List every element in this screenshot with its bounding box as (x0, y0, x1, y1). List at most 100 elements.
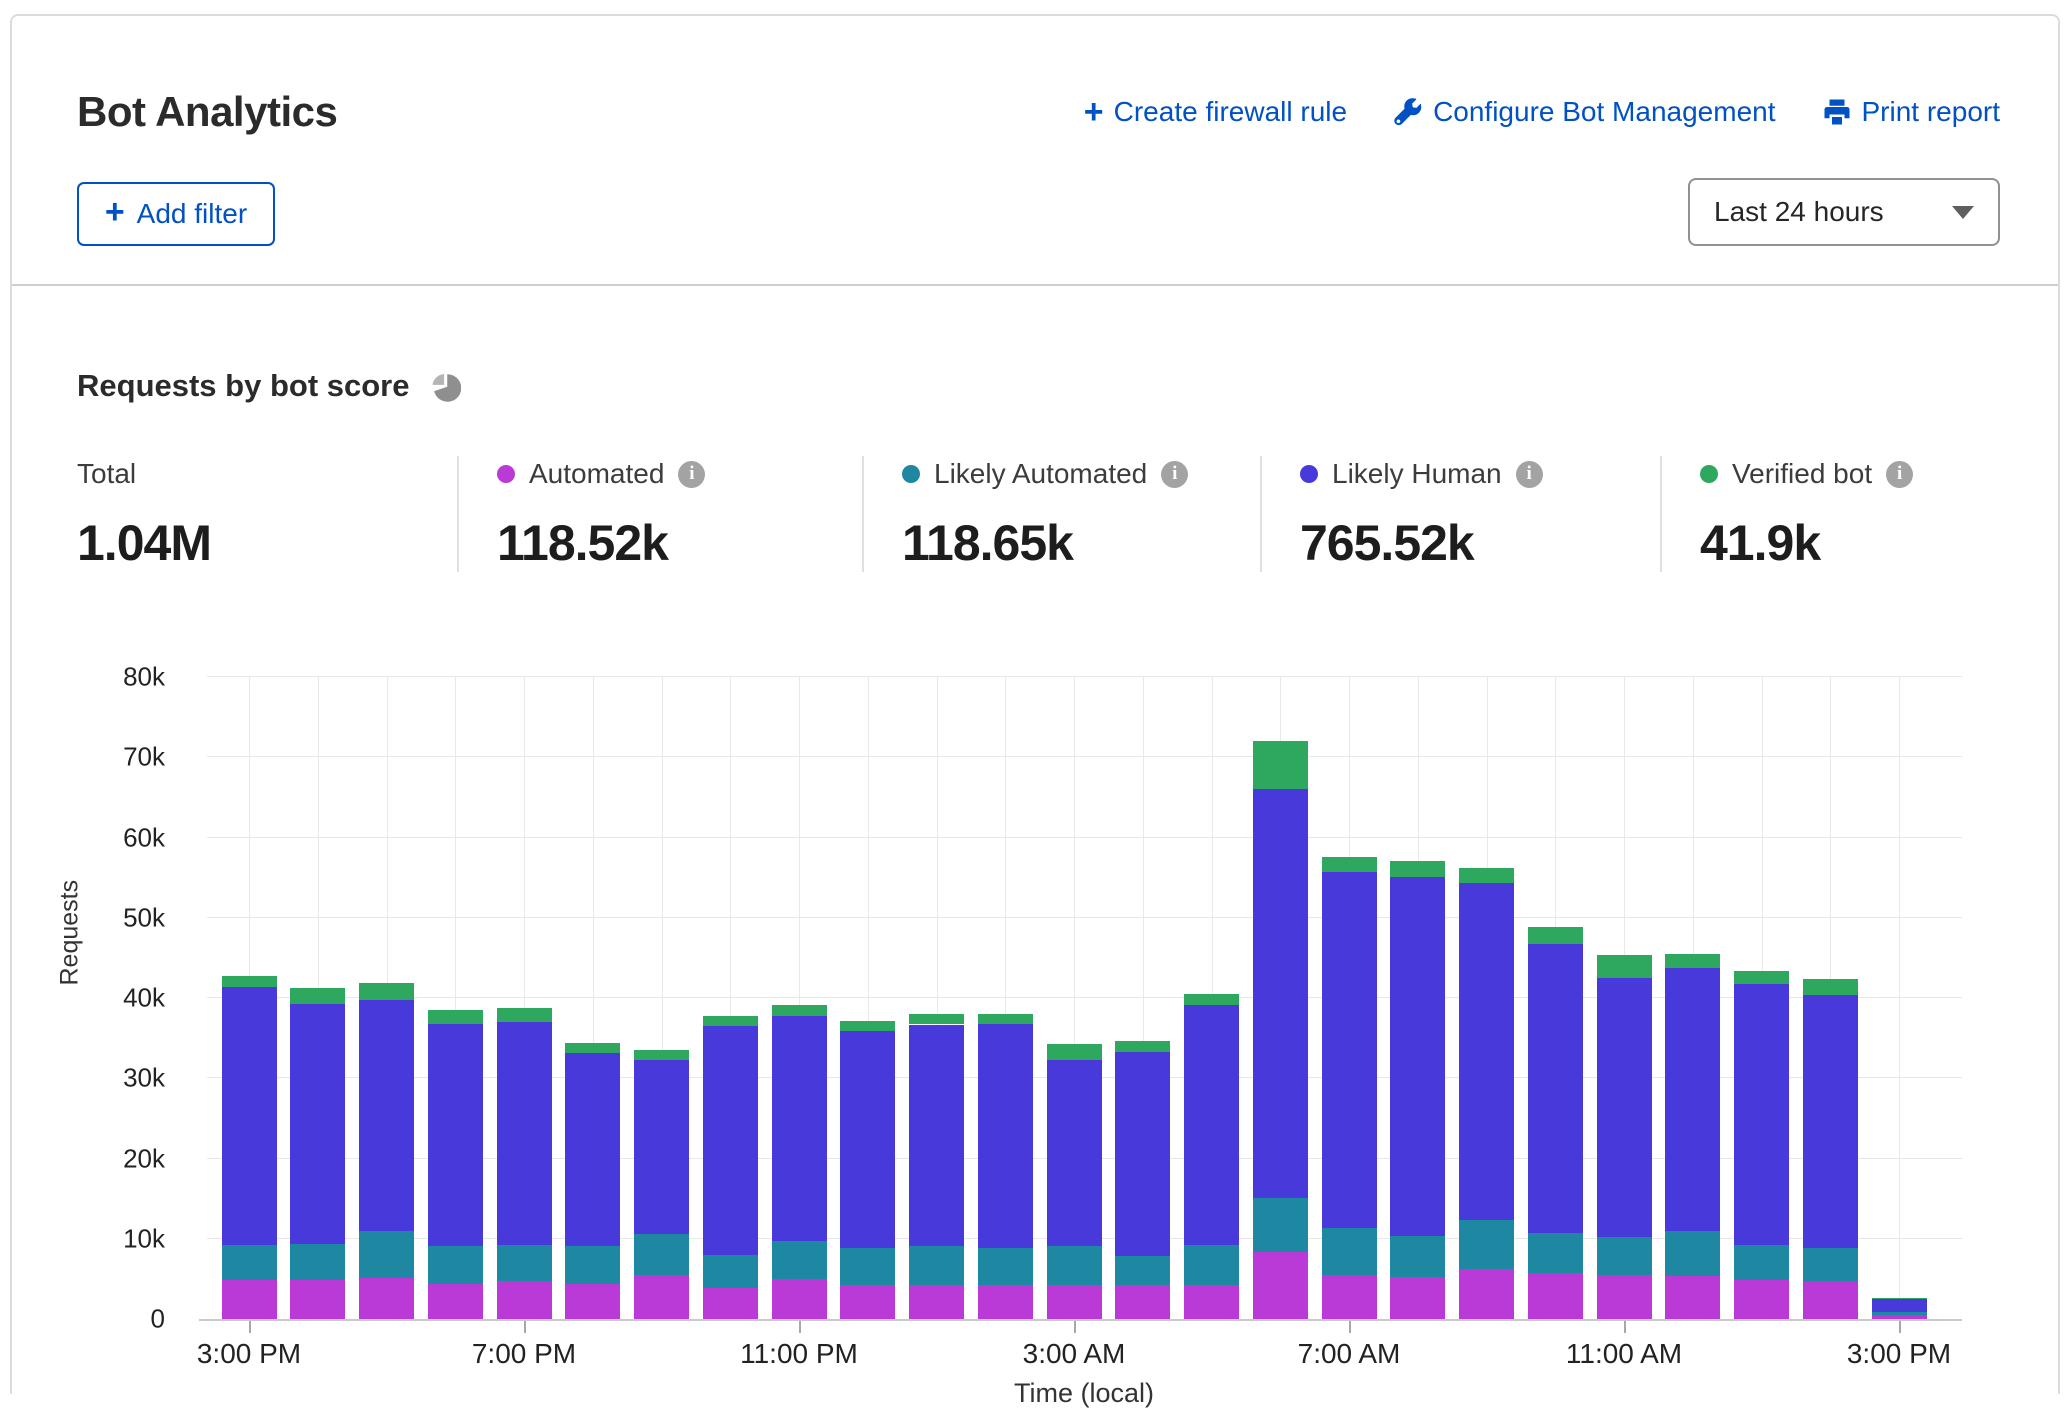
create-firewall-rule-link[interactable]: + Create firewall rule (1084, 96, 1347, 128)
bar-400am[interactable] (1115, 1041, 1170, 1319)
bar-segment-automated[interactable] (1734, 1280, 1789, 1319)
bar-1200pm[interactable] (1665, 954, 1720, 1319)
bar-segment-likely-human[interactable] (1665, 968, 1720, 1231)
bar-segment-likely-automated[interactable] (428, 1246, 483, 1284)
bar-segment-verified-bot[interactable] (1734, 971, 1789, 985)
bar-segment-likely-human[interactable] (1872, 1299, 1927, 1312)
bar-1000pm[interactable] (703, 1016, 758, 1319)
bar-segment-likely-human[interactable] (1322, 872, 1377, 1228)
bar-600pm[interactable] (428, 1010, 483, 1319)
bar-300pm[interactable] (1872, 1298, 1927, 1319)
bar-segment-likely-automated[interactable] (1597, 1237, 1652, 1275)
bar-segment-likely-automated[interactable] (772, 1241, 827, 1279)
bar-segment-verified-bot[interactable] (1597, 955, 1652, 977)
bar-segment-likely-automated[interactable] (359, 1231, 414, 1278)
bar-segment-likely-human[interactable] (634, 1060, 689, 1234)
bar-segment-likely-automated[interactable] (1390, 1236, 1445, 1278)
bar-1000am[interactable] (1528, 927, 1583, 1319)
bar-segment-likely-human[interactable] (497, 1022, 552, 1245)
bar-segment-verified-bot[interactable] (634, 1050, 689, 1060)
bar-800am[interactable] (1390, 861, 1445, 1319)
bar-segment-likely-automated[interactable] (1253, 1198, 1308, 1253)
bar-segment-likely-human[interactable] (909, 1025, 964, 1246)
bar-segment-likely-automated[interactable] (1665, 1231, 1720, 1277)
bar-segment-likely-human[interactable] (1597, 978, 1652, 1237)
info-icon[interactable]: i (678, 461, 705, 488)
info-icon[interactable]: i (1886, 461, 1913, 488)
bar-segment-automated[interactable] (634, 1275, 689, 1319)
bar-segment-automated[interactable] (1253, 1252, 1308, 1319)
bar-100am[interactable] (909, 1014, 964, 1319)
bar-segment-verified-bot[interactable] (1047, 1044, 1102, 1060)
bar-segment-automated[interactable] (359, 1278, 414, 1319)
bar-segment-likely-human[interactable] (1459, 883, 1514, 1220)
print-report-link[interactable]: Print report (1822, 96, 2001, 128)
bar-segment-verified-bot[interactable] (840, 1021, 895, 1031)
bar-segment-likely-automated[interactable] (1872, 1312, 1927, 1315)
bar-segment-automated[interactable] (1390, 1277, 1445, 1319)
bar-segment-likely-automated[interactable] (1528, 1233, 1583, 1273)
bar-segment-likely-human[interactable] (1734, 984, 1789, 1245)
bar-segment-likely-human[interactable] (359, 1000, 414, 1230)
bar-segment-verified-bot[interactable] (497, 1008, 552, 1022)
bar-segment-likely-automated[interactable] (290, 1244, 345, 1281)
bar-segment-likely-automated[interactable] (978, 1248, 1033, 1286)
bar-800pm[interactable] (565, 1043, 620, 1319)
bar-segment-automated[interactable] (703, 1288, 758, 1319)
bar-segment-automated[interactable] (1872, 1315, 1927, 1319)
info-icon[interactable]: i (1516, 461, 1543, 488)
bar-300am[interactable] (1047, 1044, 1102, 1319)
info-icon[interactable]: i (1161, 461, 1188, 488)
bar-segment-likely-automated[interactable] (222, 1245, 277, 1280)
bar-200pm[interactable] (1803, 979, 1858, 1319)
bar-segment-likely-automated[interactable] (840, 1248, 895, 1285)
bar-segment-verified-bot[interactable] (565, 1043, 620, 1053)
bar-segment-verified-bot[interactable] (1665, 954, 1720, 968)
bar-segment-likely-human[interactable] (428, 1024, 483, 1246)
bar-600am[interactable] (1253, 741, 1308, 1319)
bar-segment-likely-human[interactable] (565, 1053, 620, 1246)
bar-segment-automated[interactable] (1528, 1273, 1583, 1319)
bar-segment-likely-human[interactable] (703, 1026, 758, 1255)
bar-segment-likely-automated[interactable] (497, 1245, 552, 1281)
bar-segment-automated[interactable] (840, 1285, 895, 1319)
bar-segment-verified-bot[interactable] (978, 1014, 1033, 1024)
bar-500am[interactable] (1184, 994, 1239, 1319)
bar-segment-likely-human[interactable] (290, 1004, 345, 1243)
bar-segment-automated[interactable] (772, 1279, 827, 1319)
bar-segment-likely-human[interactable] (1047, 1060, 1102, 1246)
bar-segment-automated[interactable] (428, 1284, 483, 1319)
bar-segment-verified-bot[interactable] (1115, 1041, 1170, 1052)
bar-segment-verified-bot[interactable] (290, 988, 345, 1004)
bar-segment-verified-bot[interactable] (1253, 741, 1308, 788)
bar-segment-automated[interactable] (1115, 1285, 1170, 1319)
bar-segment-likely-automated[interactable] (1459, 1220, 1514, 1269)
bar-segment-likely-automated[interactable] (1803, 1248, 1858, 1281)
bar-segment-likely-human[interactable] (1184, 1005, 1239, 1245)
bar-200am[interactable] (978, 1014, 1033, 1319)
bar-segment-verified-bot[interactable] (1390, 861, 1445, 877)
bar-segment-verified-bot[interactable] (1872, 1298, 1927, 1299)
bar-segment-verified-bot[interactable] (1803, 979, 1858, 995)
bar-segment-likely-human[interactable] (772, 1016, 827, 1242)
bar-700pm[interactable] (497, 1008, 552, 1319)
bar-segment-likely-human[interactable] (978, 1024, 1033, 1247)
configure-bot-management-link[interactable]: Configure Bot Management (1393, 96, 1775, 128)
bar-400pm[interactable] (290, 988, 345, 1319)
bar-segment-automated[interactable] (1184, 1285, 1239, 1319)
bar-100pm[interactable] (1734, 971, 1789, 1319)
bar-segment-verified-bot[interactable] (1528, 927, 1583, 944)
bar-segment-verified-bot[interactable] (359, 983, 414, 1001)
bar-segment-verified-bot[interactable] (772, 1005, 827, 1015)
bar-segment-likely-automated[interactable] (909, 1246, 964, 1285)
bar-segment-verified-bot[interactable] (1184, 994, 1239, 1005)
bar-segment-automated[interactable] (1047, 1285, 1102, 1319)
bar-segment-likely-automated[interactable] (1115, 1256, 1170, 1285)
bar-segment-verified-bot[interactable] (222, 976, 277, 986)
bar-segment-likely-automated[interactable] (1322, 1228, 1377, 1275)
bar-segment-likely-human[interactable] (1253, 789, 1308, 1198)
bar-segment-verified-bot[interactable] (428, 1010, 483, 1024)
bar-segment-likely-human[interactable] (840, 1031, 895, 1248)
bar-900pm[interactable] (634, 1050, 689, 1319)
bar-segment-automated[interactable] (497, 1281, 552, 1319)
